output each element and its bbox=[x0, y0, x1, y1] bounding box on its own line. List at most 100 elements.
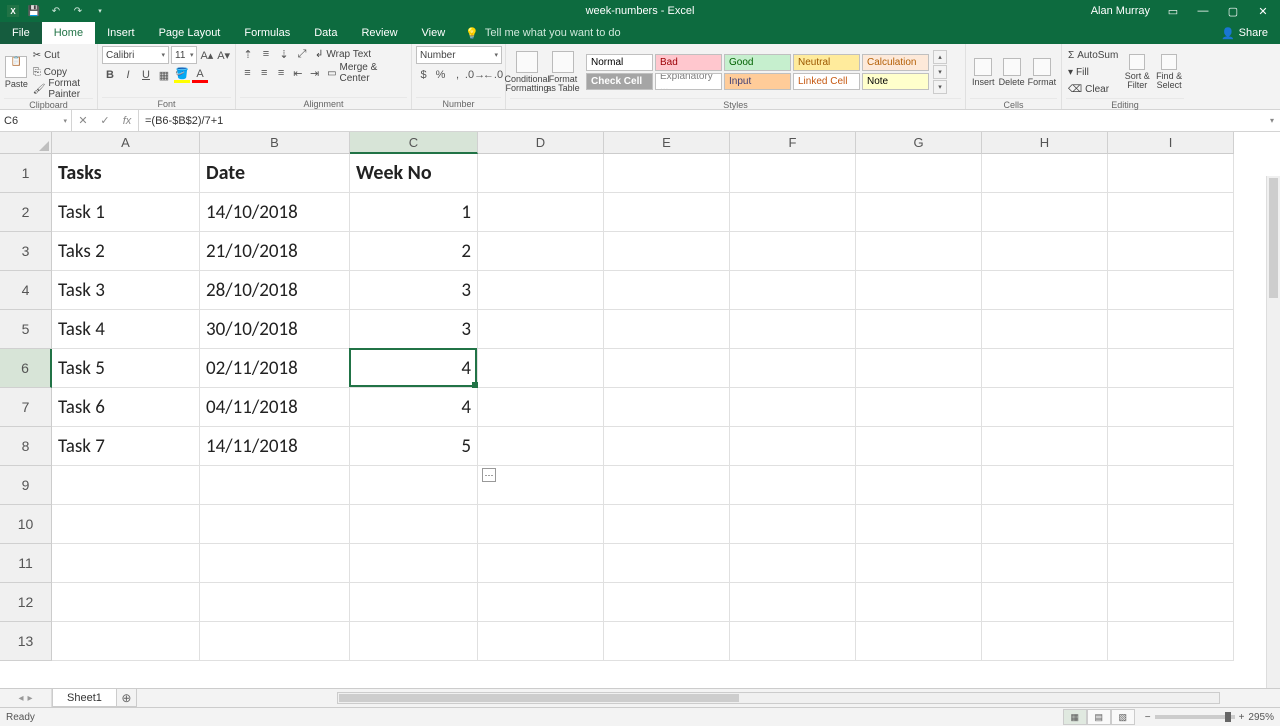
cell[interactable] bbox=[200, 544, 350, 583]
bold-icon[interactable]: B bbox=[102, 67, 118, 83]
name-box[interactable]: C6▾ bbox=[0, 110, 72, 131]
cell[interactable] bbox=[982, 349, 1108, 388]
cut-button[interactable]: ✂Cut bbox=[31, 47, 93, 63]
cell[interactable]: 2 bbox=[350, 232, 478, 271]
cell-style-good[interactable]: Good bbox=[724, 54, 791, 71]
cell[interactable] bbox=[1108, 466, 1234, 505]
cell[interactable] bbox=[604, 271, 730, 310]
cell[interactable]: 4 bbox=[350, 349, 478, 388]
cell[interactable] bbox=[1108, 271, 1234, 310]
increase-decimal-icon[interactable]: .0→ bbox=[467, 67, 483, 83]
column-header[interactable]: G bbox=[856, 132, 982, 154]
cell[interactable] bbox=[478, 544, 604, 583]
fill-button[interactable]: ▾Fill bbox=[1066, 64, 1120, 80]
fx-icon[interactable]: fx bbox=[116, 115, 138, 127]
cell[interactable]: Task 4 bbox=[52, 310, 200, 349]
cell[interactable] bbox=[982, 232, 1108, 271]
row-header[interactable]: 8 bbox=[0, 427, 52, 466]
cell[interactable] bbox=[604, 505, 730, 544]
font-color-icon[interactable]: A bbox=[192, 67, 208, 83]
row-header[interactable]: 4 bbox=[0, 271, 52, 310]
cell[interactable] bbox=[856, 622, 982, 661]
cell[interactable] bbox=[982, 622, 1108, 661]
column-header[interactable]: H bbox=[982, 132, 1108, 154]
gallery-more-icon[interactable]: ▾ bbox=[933, 80, 947, 94]
column-header[interactable]: F bbox=[730, 132, 856, 154]
cancel-formula-icon[interactable]: ✕ bbox=[72, 114, 94, 127]
save-icon[interactable]: 💾 bbox=[26, 3, 42, 19]
cell[interactable] bbox=[856, 232, 982, 271]
insert-cells-button[interactable]: Insert bbox=[970, 46, 996, 98]
cell[interactable] bbox=[730, 388, 856, 427]
cell[interactable] bbox=[856, 310, 982, 349]
cell[interactable]: 14/10/2018 bbox=[200, 193, 350, 232]
zoom-in-icon[interactable]: + bbox=[1239, 712, 1245, 723]
cell[interactable] bbox=[604, 232, 730, 271]
enter-formula-icon[interactable]: ✓ bbox=[94, 114, 116, 127]
chevron-right-icon[interactable]: ▸ bbox=[28, 693, 33, 704]
tab-data[interactable]: Data bbox=[302, 22, 349, 44]
chevron-left-icon[interactable]: ◂ bbox=[18, 693, 23, 704]
accounting-icon[interactable]: $ bbox=[416, 67, 431, 83]
cell-style-input[interactable]: Input bbox=[724, 73, 791, 90]
row-header[interactable]: 6 bbox=[0, 349, 52, 388]
cell[interactable]: 3 bbox=[350, 310, 478, 349]
ribbon-options-icon[interactable]: ▭ bbox=[1160, 1, 1186, 21]
fill-color-icon[interactable]: 🪣 bbox=[174, 67, 190, 83]
conditional-formatting-button[interactable]: Conditional Formatting bbox=[510, 46, 544, 98]
cell[interactable]: 14/11/2018 bbox=[200, 427, 350, 466]
align-left-icon[interactable]: ≡ bbox=[240, 65, 255, 81]
column-header[interactable]: I bbox=[1108, 132, 1234, 154]
cell-style-linked-cell[interactable]: Linked Cell bbox=[793, 73, 860, 90]
row-header[interactable]: 12 bbox=[0, 583, 52, 622]
cell[interactable] bbox=[856, 505, 982, 544]
cell[interactable] bbox=[478, 466, 604, 505]
tab-page-layout[interactable]: Page Layout bbox=[147, 22, 233, 44]
row-header[interactable]: 7 bbox=[0, 388, 52, 427]
cell[interactable] bbox=[730, 232, 856, 271]
cell[interactable]: Task 7 bbox=[52, 427, 200, 466]
column-header[interactable]: D bbox=[478, 132, 604, 154]
row-header[interactable]: 2 bbox=[0, 193, 52, 232]
cell[interactable]: 02/11/2018 bbox=[200, 349, 350, 388]
cell[interactable] bbox=[1108, 232, 1234, 271]
maximize-icon[interactable]: ▢ bbox=[1220, 1, 1246, 21]
orientation-icon[interactable]: ⤢ bbox=[294, 46, 310, 62]
tell-me[interactable]: 💡 Tell me what you want to do bbox=[465, 22, 620, 44]
row-header[interactable]: 13 bbox=[0, 622, 52, 661]
cell-style-normal[interactable]: Normal bbox=[586, 54, 653, 71]
cell[interactable]: 5 bbox=[350, 427, 478, 466]
cell[interactable]: Taks 2 bbox=[52, 232, 200, 271]
cell[interactable]: 21/10/2018 bbox=[200, 232, 350, 271]
cell[interactable]: Week No bbox=[350, 154, 478, 193]
cell[interactable] bbox=[350, 622, 478, 661]
cell[interactable] bbox=[730, 505, 856, 544]
scroll-thumb[interactable] bbox=[1269, 178, 1278, 298]
close-icon[interactable]: ✕ bbox=[1250, 1, 1276, 21]
column-header[interactable]: B bbox=[200, 132, 350, 154]
cell[interactable] bbox=[604, 427, 730, 466]
cell[interactable] bbox=[856, 466, 982, 505]
cell[interactable] bbox=[982, 544, 1108, 583]
tab-formulas[interactable]: Formulas bbox=[232, 22, 302, 44]
cell[interactable] bbox=[478, 271, 604, 310]
row-header[interactable]: 5 bbox=[0, 310, 52, 349]
decrease-font-icon[interactable]: A▾ bbox=[216, 47, 231, 63]
cell[interactable] bbox=[350, 505, 478, 544]
cell[interactable] bbox=[730, 466, 856, 505]
cell-style-calculation[interactable]: Calculation bbox=[862, 54, 929, 71]
align-middle-icon[interactable]: ≡ bbox=[258, 46, 274, 62]
row-header[interactable]: 1 bbox=[0, 154, 52, 193]
cell[interactable] bbox=[982, 310, 1108, 349]
underline-icon[interactable]: U bbox=[138, 67, 154, 83]
cell[interactable]: 28/10/2018 bbox=[200, 271, 350, 310]
cell[interactable] bbox=[1108, 154, 1234, 193]
cell[interactable] bbox=[478, 310, 604, 349]
gallery-down-icon[interactable]: ▾ bbox=[933, 65, 947, 79]
cell[interactable] bbox=[604, 193, 730, 232]
sheet-tab[interactable]: Sheet1 bbox=[52, 689, 117, 707]
cell[interactable] bbox=[478, 232, 604, 271]
tab-view[interactable]: View bbox=[410, 22, 458, 44]
cell[interactable] bbox=[982, 583, 1108, 622]
user-name[interactable]: Alan Murray bbox=[1091, 5, 1150, 17]
